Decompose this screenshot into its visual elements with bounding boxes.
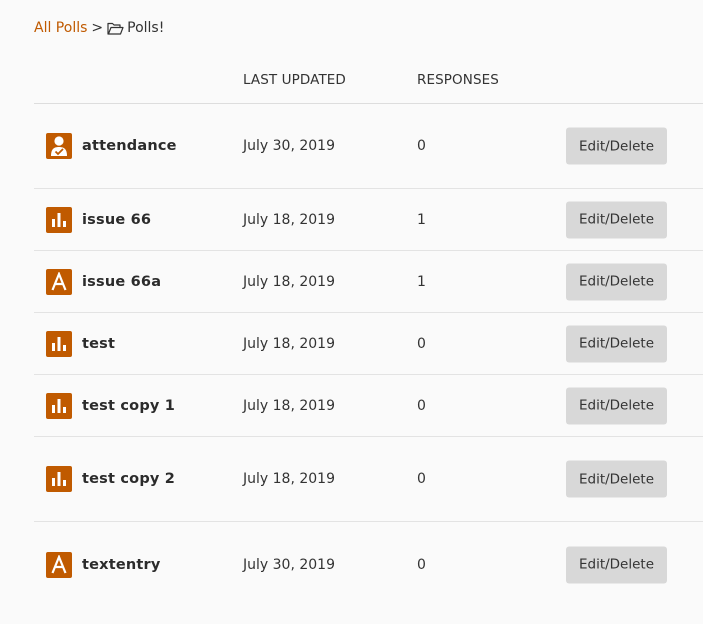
- poll-responses: 0: [417, 335, 426, 352]
- edit-delete-button[interactable]: Edit/Delete: [566, 460, 667, 498]
- poll-responses: 0: [417, 397, 426, 414]
- poll-name[interactable]: test copy 1: [82, 398, 175, 414]
- poll-name[interactable]: test copy 2: [82, 471, 175, 487]
- user-check-icon: [46, 133, 72, 159]
- poll-last-updated: July 18, 2019: [243, 335, 335, 352]
- edit-delete-button[interactable]: Edit/Delete: [566, 263, 667, 300]
- poll-last-updated: July 18, 2019: [243, 211, 335, 228]
- polls-table: LAST UPDATED RESPONSES attendance July 30…: [34, 56, 703, 607]
- poll-last-updated: July 18, 2019: [243, 273, 335, 290]
- table-row: attendance July 30, 2019 0 Edit/Delete: [34, 104, 703, 189]
- poll-last-updated: July 18, 2019: [243, 471, 335, 487]
- table-row: test July 18, 2019 0 Edit/Delete: [34, 313, 703, 375]
- edit-delete-button[interactable]: Edit/Delete: [566, 546, 667, 583]
- bar-chart-icon: [46, 466, 72, 492]
- edit-delete-button[interactable]: Edit/Delete: [566, 201, 667, 238]
- table-row: test copy 2 July 18, 2019 0 Edit/Delete: [34, 437, 703, 522]
- text-entry-icon: [46, 551, 72, 578]
- table-header: LAST UPDATED RESPONSES: [34, 56, 703, 104]
- poll-responses: 1: [417, 211, 426, 228]
- column-header-responses: RESPONSES: [417, 72, 499, 88]
- poll-name[interactable]: issue 66a: [82, 274, 161, 290]
- bar-chart-icon: [46, 392, 72, 419]
- poll-responses: 0: [417, 471, 426, 487]
- poll-responses: 0: [417, 556, 426, 573]
- breadcrumb-current: Polls!: [127, 20, 165, 36]
- text-entry-icon: [46, 268, 72, 295]
- edit-delete-button[interactable]: Edit/Delete: [566, 127, 667, 165]
- poll-last-updated: July 30, 2019: [243, 556, 335, 573]
- table-body: attendance July 30, 2019 0 Edit/Delete issue…: [34, 104, 703, 607]
- bar-chart-icon: [46, 206, 72, 233]
- breadcrumb-all-polls-link[interactable]: All Polls: [34, 20, 87, 36]
- poll-responses: 1: [417, 273, 426, 290]
- poll-responses: 0: [417, 138, 426, 154]
- bar-chart-icon: [46, 330, 72, 357]
- column-header-last-updated: LAST UPDATED: [243, 72, 346, 88]
- poll-last-updated: July 30, 2019: [243, 138, 335, 154]
- poll-name[interactable]: textentry: [82, 557, 161, 573]
- poll-name[interactable]: issue 66: [82, 212, 151, 228]
- folder-open-icon: [107, 22, 124, 35]
- table-row: textentry July 30, 2019 0 Edit/Delete: [34, 522, 703, 607]
- poll-last-updated: July 18, 2019: [243, 397, 335, 414]
- poll-name[interactable]: test: [82, 336, 115, 352]
- breadcrumb: All Polls > Polls!: [34, 18, 164, 38]
- poll-name[interactable]: attendance: [82, 138, 177, 154]
- breadcrumb-separator: >: [91, 20, 104, 36]
- polls-page: All Polls > Polls! LAST UPDATED RESPONSE…: [0, 0, 703, 624]
- table-row: issue 66a July 18, 2019 1 Edit/Delete: [34, 251, 703, 313]
- edit-delete-button[interactable]: Edit/Delete: [566, 325, 667, 362]
- edit-delete-button[interactable]: Edit/Delete: [566, 387, 667, 424]
- table-row: test copy 1 July 18, 2019 0 Edit/Delete: [34, 375, 703, 437]
- table-row: issue 66 July 18, 2019 1 Edit/Delete: [34, 189, 703, 251]
